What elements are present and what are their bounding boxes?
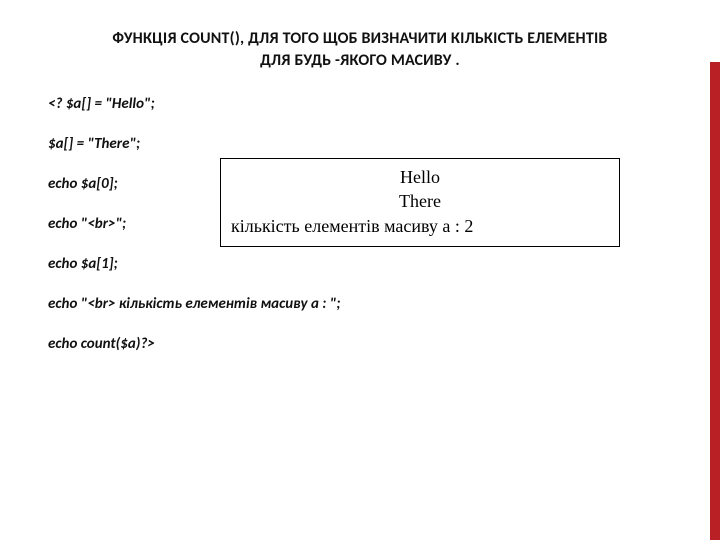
output-line-1: Hello (231, 165, 609, 189)
accent-strip (710, 62, 720, 540)
output-line-2: There (231, 189, 609, 213)
code-line-1: <? $a[] = "Hello"; (48, 95, 672, 113)
page-number: 10 (706, 502, 720, 522)
title-line-1: ФУНКЦІЯ COUNT(), ДЛЯ ТОГО ЩОБ ВИЗНАЧИТИ … (112, 29, 607, 48)
code-line-2: $a[] = "There"; (48, 135, 672, 153)
code-line-7: echo count($a)?> (48, 335, 672, 353)
slide: ФУНКЦІЯ COUNT(), ДЛЯ ТОГО ЩОБ ВИЗНАЧИТИ … (0, 0, 720, 540)
title-line-2: ДЛЯ БУДЬ -ЯКОГО МАСИВУ . (260, 51, 460, 70)
slide-title: ФУНКЦІЯ COUNT(), ДЛЯ ТОГО ЩОБ ВИЗНАЧИТИ … (48, 28, 672, 71)
output-box: Hello There кількість елементів масиву a… (220, 158, 620, 247)
code-line-5: echo $a[1]; (48, 255, 672, 273)
output-line-3: кількість елементів масиву a : 2 (231, 214, 609, 238)
code-line-6: echo "<br> кількість елементів масиву a … (48, 295, 672, 313)
